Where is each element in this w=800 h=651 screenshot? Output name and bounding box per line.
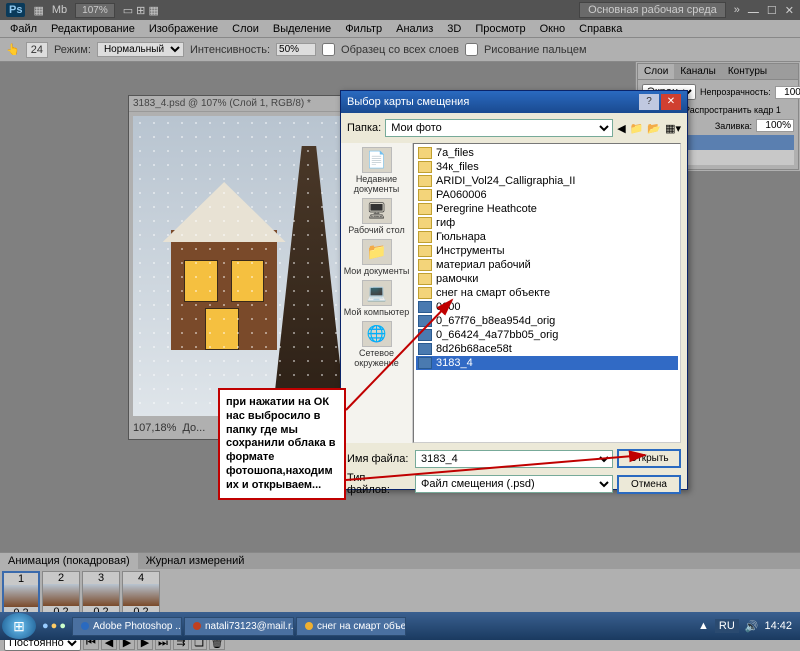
file-item[interactable]: 8d26b68ace58t — [416, 342, 678, 356]
open-button[interactable]: Открыть — [617, 449, 681, 468]
system-tray[interactable]: ▲ RU 🔊 14:42 — [698, 619, 798, 633]
zoom-field[interactable]: 107% — [75, 3, 115, 18]
up-icon[interactable]: 📁 — [630, 122, 644, 135]
folder-select[interactable]: Мои фото — [385, 119, 613, 137]
menu-Файл[interactable]: Файл — [4, 21, 43, 37]
filetype-label: Тип файлов: — [347, 472, 411, 496]
status-doc: До... — [182, 422, 205, 434]
document-title[interactable]: 3183_4.psd @ 107% (Слой 1, RGB/8) * — [129, 96, 349, 112]
start-button[interactable]: ⊞ — [2, 613, 36, 639]
opacity-input[interactable] — [775, 86, 800, 99]
file-item[interactable]: Гюльнара — [416, 230, 678, 244]
file-item[interactable]: 0000 — [416, 300, 678, 314]
dialog-sidebar: 📄Недавние документы 🖥Рабочий стол 📁Мои док… — [341, 143, 413, 443]
tool-preset-icon[interactable]: 👆 — [6, 43, 20, 56]
clock: 14:42 — [764, 620, 792, 632]
window-min-icon[interactable]: ⎼ — [748, 4, 759, 17]
annotation-callout: при нажатии на ОК нас выбросило в папку … — [218, 388, 346, 500]
main-menu: ФайлРедактированиеИзображениеСлоиВыделен… — [0, 20, 800, 38]
dialog-titlebar[interactable]: Выбор карты смещения ? ✕ — [341, 91, 687, 113]
newfolder-icon[interactable]: 📂 — [647, 122, 661, 135]
places-item[interactable]: 📄Недавние документы — [341, 147, 412, 194]
file-item[interactable]: Инструменты — [416, 244, 678, 258]
menu-Редактирование[interactable]: Редактирование — [45, 21, 141, 37]
options-bar: 👆 24 Режим: Нормальный Интенсивность: Об… — [0, 38, 800, 62]
file-item[interactable]: гиф — [416, 216, 678, 230]
places-item[interactable]: 🌐Сетевое окружение — [341, 321, 412, 368]
taskbar-item[interactable]: natali73123@mail.r... — [184, 617, 294, 636]
file-list[interactable]: 7a_files34к_filesARIDI_Vol24_Calligraphi… — [413, 143, 681, 443]
canvas[interactable] — [133, 116, 345, 416]
file-item[interactable]: ARIDI_Vol24_Calligraphia_II — [416, 174, 678, 188]
menu-3D[interactable]: 3D — [441, 21, 467, 37]
anim-tab[interactable]: Журнал измерений — [138, 553, 253, 569]
window-max-icon[interactable]: ☐ — [767, 4, 777, 17]
places-item[interactable]: 🖥Рабочий стол — [341, 198, 412, 235]
menu-Изображение[interactable]: Изображение — [143, 21, 224, 37]
menu-Просмотр[interactable]: Просмотр — [469, 21, 531, 37]
menu-Анализ[interactable]: Анализ — [390, 21, 439, 37]
intensity-label: Интенсивность: — [190, 44, 270, 56]
file-item[interactable]: рамочки — [416, 272, 678, 286]
fill-label: Заливка: — [715, 121, 752, 131]
mini-bridge-icon[interactable]: Mb — [52, 4, 67, 16]
views-icon[interactable]: ▦▾ — [665, 122, 681, 135]
quick-launch[interactable]: ●●● — [38, 620, 70, 632]
bridge-icon[interactable]: ▦ — [33, 4, 43, 17]
file-item[interactable]: Peregrine Heathcote — [416, 202, 678, 216]
file-item[interactable]: снег на смарт объекте — [416, 286, 678, 300]
file-item[interactable]: PA060006 — [416, 188, 678, 202]
opacity-label: Непрозрачность: — [700, 87, 771, 97]
anim-tab[interactable]: Анимация (покадровая) — [0, 553, 138, 569]
menu-Фильтр[interactable]: Фильтр — [339, 21, 388, 37]
mode-label: Режим: — [54, 44, 91, 56]
fill-input[interactable] — [756, 119, 794, 132]
menu-Справка[interactable]: Справка — [573, 21, 628, 37]
dialog-title: Выбор карты смещения — [347, 96, 469, 108]
file-item[interactable]: материал рабочий — [416, 258, 678, 272]
animation-panel: Анимация (покадровая)Журнал измерений 10… — [0, 552, 800, 612]
file-item[interactable]: 34к_files — [416, 160, 678, 174]
blend-mode-select[interactable]: Нормальный — [97, 42, 184, 57]
menu-Слои[interactable]: Слои — [226, 21, 265, 37]
file-item[interactable]: 7a_files — [416, 146, 678, 160]
file-item[interactable]: 0_66424_4a77bb05_orig — [416, 328, 678, 342]
app-title-bar: Ps ▦ Mb 107% ▭ ⊞ ▦ Основная рабочая сред… — [0, 0, 800, 20]
workspace-switcher[interactable]: Основная рабочая среда — [579, 2, 726, 18]
cancel-button[interactable]: Отмена — [617, 475, 681, 494]
finger-paint-label: Рисование пальцем — [484, 44, 587, 56]
file-item[interactable]: 0_67f76_b8ea954d_orig — [416, 314, 678, 328]
app-logo: Ps — [6, 3, 25, 17]
places-item[interactable]: 💻Мой компьютер — [341, 280, 412, 317]
panel-tab[interactable]: Контуры — [722, 64, 773, 79]
file-item[interactable]: 3183_4 — [416, 356, 678, 370]
dialog-help-icon[interactable]: ? — [639, 94, 659, 110]
taskbar-item[interactable]: Adobe Photoshop ... — [72, 617, 182, 636]
lang-indicator[interactable]: RU — [715, 619, 739, 633]
spread-label: Распространить кадр 1 — [684, 105, 781, 115]
brush-size[interactable]: 24 — [26, 42, 48, 58]
status-zoom: 107,18% — [133, 422, 176, 434]
filetype-select[interactable]: Файл смещения (.psd) — [415, 475, 613, 493]
filename-label: Имя файла: — [347, 453, 411, 465]
dialog-close-icon[interactable]: ✕ — [661, 94, 681, 110]
panel-tab[interactable]: Слои — [638, 64, 674, 79]
places-item[interactable]: 📁Мои документы — [341, 239, 412, 276]
view-icons[interactable]: ▭ ⊞ ▦ — [123, 4, 159, 17]
intensity-input[interactable] — [276, 43, 316, 56]
back-icon[interactable]: ◀ — [617, 122, 625, 135]
menu-Окно[interactable]: Окно — [534, 21, 572, 37]
menu-Выделение[interactable]: Выделение — [267, 21, 337, 37]
taskbar: ⊞ ●●● Adobe Photoshop ...natali73123@mai… — [0, 612, 800, 640]
panel-tab[interactable]: Каналы — [674, 64, 722, 79]
workspace-more[interactable]: » — [734, 4, 740, 16]
file-dialog: Выбор карты смещения ? ✕ Папка: Мои фото… — [340, 90, 688, 490]
filename-input[interactable]: 3183_4 — [415, 450, 613, 468]
sample-all-checkbox[interactable] — [322, 43, 335, 56]
window-close-icon[interactable]: ✕ — [785, 4, 794, 17]
taskbar-item[interactable]: снег на смарт объе... — [296, 617, 406, 636]
folder-label: Папка: — [347, 122, 381, 134]
sample-all-label: Образец со всех слоев — [341, 44, 459, 56]
finger-paint-checkbox[interactable] — [465, 43, 478, 56]
